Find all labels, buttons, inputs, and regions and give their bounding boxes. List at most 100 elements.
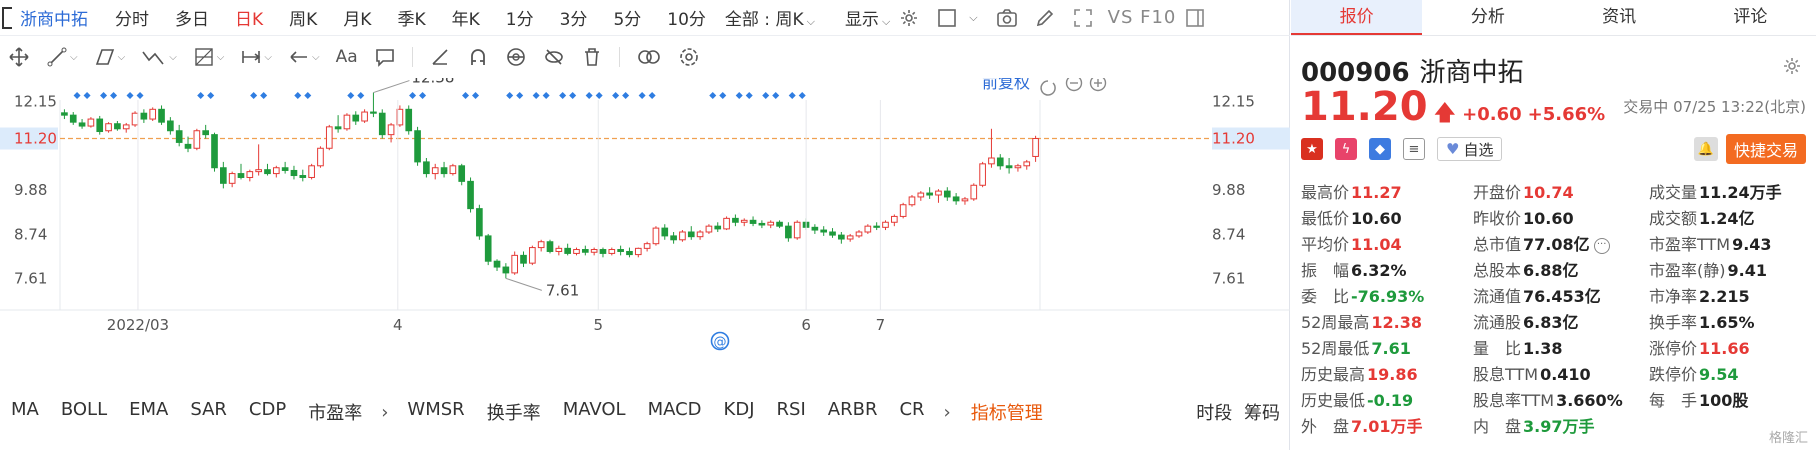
tag-icon[interactable]: ◆ [1369,138,1391,160]
event-marker[interactable] [788,92,796,99]
event-marker[interactable] [585,92,593,99]
draw-settings-gear-icon[interactable] [678,46,700,68]
event-marker[interactable] [622,92,630,99]
bracket-icon[interactable] [2,6,12,29]
tab-comments[interactable]: 评论 [1685,0,1816,35]
event-marker[interactable] [294,92,302,99]
reset-icon[interactable] [1040,80,1056,96]
event-marker[interactable] [762,92,770,99]
event-marker[interactable] [569,92,577,99]
fullscreen-icon[interactable] [1072,7,1094,29]
event-marker[interactable] [110,92,118,99]
range-measure-icon[interactable]: ⌵ [240,46,272,68]
period-tab-5[interactable]: 季K [384,5,438,30]
indicators-more-arrow-icon[interactable]: › [936,402,959,423]
kline-chart[interactable]: 前复权 12.15 12.15 11.20 11.20 9.88 9.88 8.74 8.74 7… [0,78,1290,380]
event-marker[interactable] [648,92,656,99]
indicator-1[interactable]: BOLL [50,399,118,425]
event-marker[interactable] [304,92,312,99]
period-tab-7[interactable]: 1分 [493,5,547,30]
indicator-3[interactable]: SAR [179,399,238,425]
event-marker[interactable] [260,92,268,99]
event-marker[interactable] [462,92,470,99]
channel-tool-icon[interactable]: ⌵ [94,46,125,68]
event-at-badge-icon[interactable]: @ [710,331,730,351]
indicator-6[interactable]: WMSR [396,399,475,425]
indicator-13[interactable]: CR [888,399,935,425]
event-marker[interactable] [197,92,205,99]
event-marker[interactable] [250,92,258,99]
event-marker[interactable] [612,92,620,99]
notes-icon[interactable]: ≡ [1403,138,1425,160]
layout-chevron-down-icon[interactable]: ⌵ [969,11,977,25]
pencil-icon[interactable] [1034,7,1056,29]
display-dropdown[interactable]: 显示 ⌵ [845,5,890,30]
event-marker[interactable] [719,92,727,99]
quote-settings-gear-icon[interactable] [1782,56,1802,80]
event-marker[interactable] [532,92,540,99]
compare-icon[interactable] [636,46,662,68]
period-tab-6[interactable]: 年K [439,5,493,30]
period-tab-3[interactable]: 周K [276,5,330,30]
hide-eye-icon[interactable] [543,46,565,68]
event-marker[interactable] [100,92,108,99]
event-marker[interactable] [419,92,427,99]
text-tool-icon[interactable]: Aa [336,47,358,67]
period-tab-0[interactable]: 分时 [102,5,162,30]
more-options-icon[interactable]: ··· [1593,237,1610,254]
period-tab-4[interactable]: 月K [330,5,384,30]
magnet-icon[interactable] [467,46,489,68]
event-marker[interactable] [73,92,81,99]
event-marker[interactable] [638,92,646,99]
period-tab-1[interactable]: 多日 [162,5,222,30]
event-marker[interactable] [207,92,215,99]
event-marker[interactable] [595,92,603,99]
event-marker[interactable] [347,92,355,99]
layout-square-icon[interactable] [936,7,958,29]
event-marker[interactable] [772,92,780,99]
lock-eye-icon[interactable] [505,46,527,68]
indicator-8[interactable]: MAVOL [552,399,637,425]
stock-name-link[interactable]: 浙商中拓 [20,5,88,30]
event-marker[interactable] [798,92,806,99]
camera-icon[interactable] [996,7,1018,29]
tab-news[interactable]: 资讯 [1554,0,1685,35]
event-marker[interactable] [709,92,717,99]
indicator-12[interactable]: ARBR [817,399,889,425]
range-select[interactable]: 全部 : 周K ⌵ [725,5,815,30]
tab-quote[interactable]: 报价 [1291,0,1423,35]
comment-tool-icon[interactable] [374,46,396,68]
event-marker[interactable] [559,92,567,99]
indicator-manage-button[interactable]: 指标管理 [959,399,1055,425]
quick-trade-button[interactable]: 快捷交易 [1725,134,1806,164]
indicator-7[interactable]: 换手率 [476,399,552,425]
event-marker[interactable] [136,92,144,99]
period-tab-8[interactable]: 3分 [547,5,601,30]
event-marker[interactable] [516,92,524,99]
indicator-4[interactable]: CDP [238,399,297,425]
timeframe-link[interactable]: 时段 [1196,403,1232,424]
indicator-10[interactable]: KDJ [713,399,766,425]
add-favorite-button[interactable]: ♥ 自选 [1437,137,1503,161]
period-tab-2[interactable]: 日K [222,5,276,30]
indicator-5[interactable]: 市盈率 [297,399,373,425]
wave-tool-icon[interactable]: ⌵ [141,46,177,68]
trash-icon[interactable] [581,46,603,68]
period-tab-10[interactable]: 10分 [654,5,719,30]
vs-f10-button[interactable]: VS F10 [1108,7,1177,28]
restore-adjust-link[interactable]: 前复权 [982,78,1030,92]
event-marker[interactable] [542,92,550,99]
indicator-11[interactable]: RSI [766,399,817,425]
ruler-tool-icon[interactable] [429,46,451,68]
line-tool-icon[interactable]: ⌵ [46,46,78,68]
sidebar-toggle-icon[interactable] [1184,7,1206,29]
zoom-in-icon[interactable] [1089,78,1107,92]
event-marker[interactable] [735,92,743,99]
indicator-9[interactable]: MACD [637,399,713,425]
indicator-0[interactable]: MA [0,399,50,425]
chips-link[interactable]: 筹码 [1244,403,1280,424]
indicator-2[interactable]: EMA [118,399,179,425]
period-tab-9[interactable]: 5分 [600,5,654,30]
fib-tool-icon[interactable]: ⌵ [193,46,224,68]
connect-badge-icon[interactable]: ϟ [1335,138,1357,160]
